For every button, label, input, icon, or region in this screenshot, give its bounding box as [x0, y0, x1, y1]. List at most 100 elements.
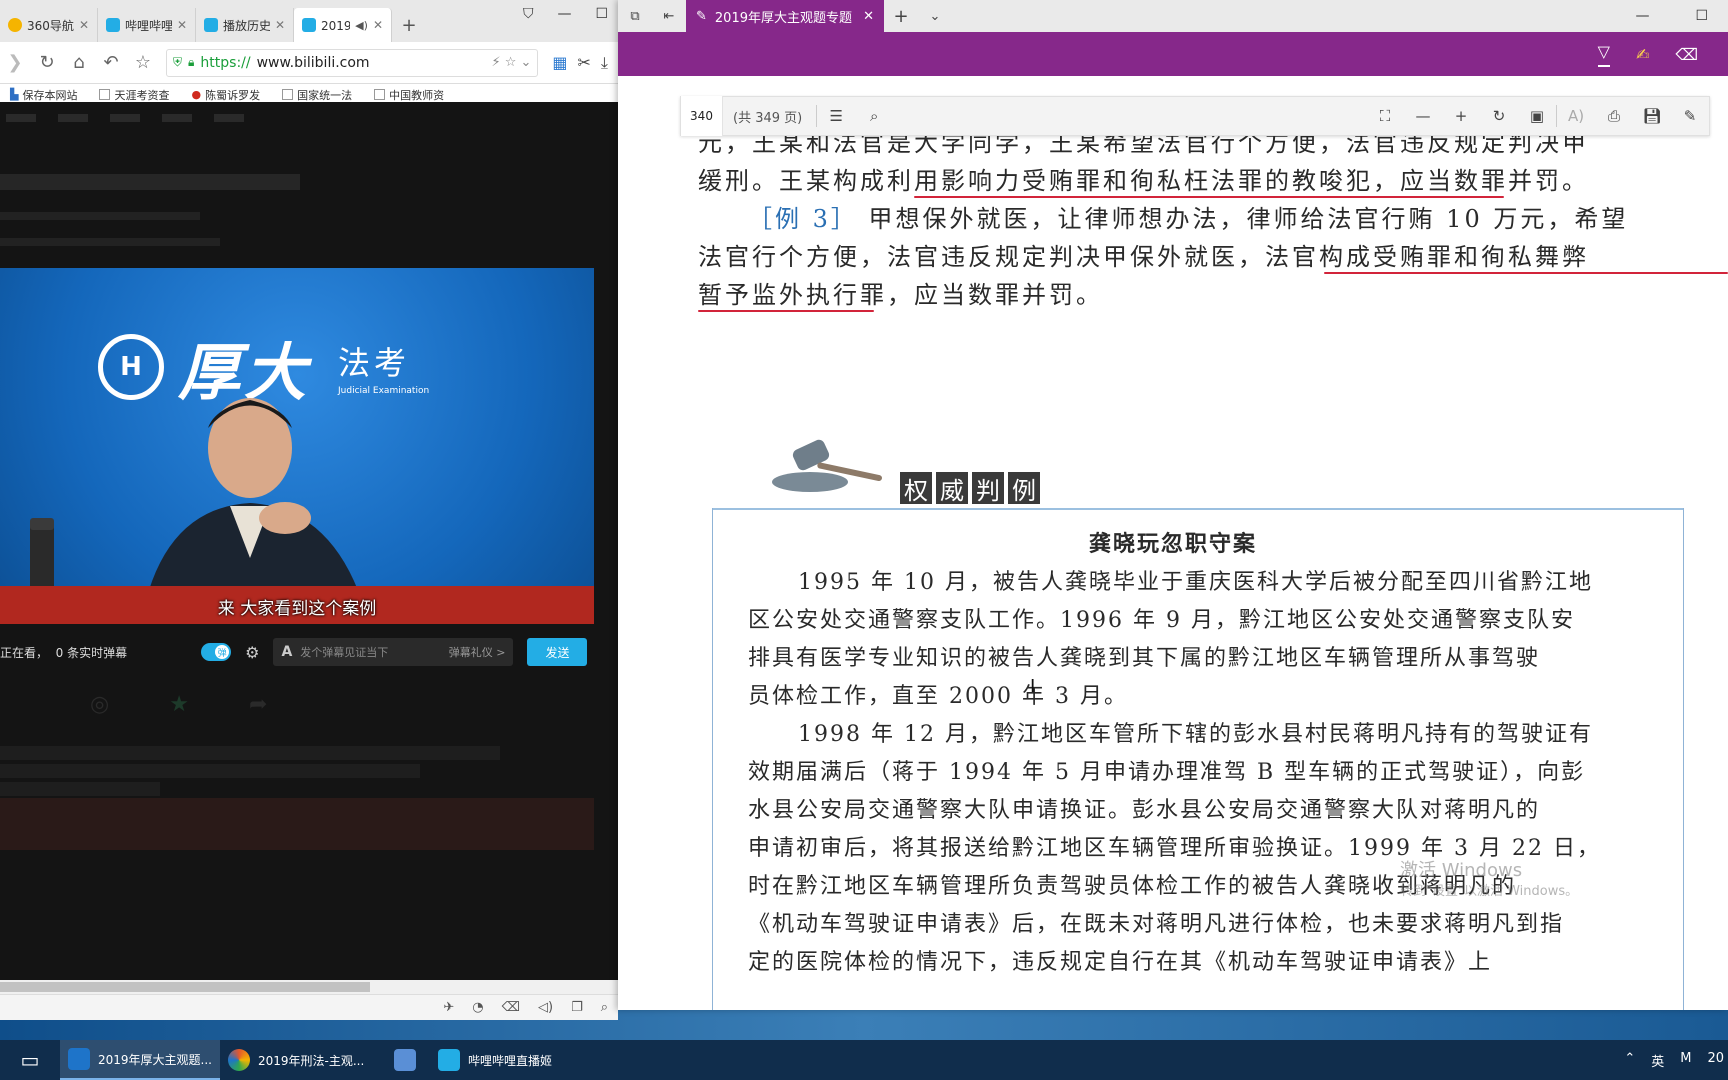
contents-icon[interactable]: ☰: [817, 107, 855, 125]
save-icon[interactable]: 💾︎: [1633, 107, 1671, 125]
close-icon[interactable]: ✕: [79, 18, 89, 32]
maximize-button[interactable]: ☐: [595, 6, 608, 22]
taskbar-item-label: 2019年刑法-主观...: [258, 1053, 365, 1068]
tab-bilibili[interactable]: 哔哩哔哩 ✕: [98, 8, 196, 42]
ime-indicator[interactable]: M: [1680, 1051, 1691, 1070]
danmaku-etiquette-link[interactable]: 弹幕礼仪 >: [449, 644, 506, 660]
bookmark-item[interactable]: 国家统一法: [282, 87, 352, 103]
toolbar-icons: ▦ ✂ ⤓: [552, 53, 608, 73]
refresh-icon[interactable]: ↻: [38, 52, 56, 73]
pdf-toolbar-right: ⛶ — + ↻ ▣ A) ⎙ 💾︎ ✎: [1366, 105, 1709, 127]
close-icon[interactable]: ✕: [177, 18, 187, 32]
audio-playing-icon[interactable]: ◀): [355, 19, 368, 32]
page-icon: [282, 89, 294, 100]
read-aloud-icon[interactable]: A): [1557, 107, 1595, 125]
danmaku-send-button[interactable]: 发送: [527, 638, 588, 666]
new-tab-button[interactable]: +: [884, 6, 918, 27]
danmaku-toggle[interactable]: 弹: [201, 643, 232, 661]
danmaku-input[interactable]: A 发个弹幕见证当下 弹幕礼仪 >: [273, 638, 514, 666]
volume-icon[interactable]: ◁): [538, 1000, 553, 1015]
bookmark-item[interactable]: 天涯考资查: [99, 87, 169, 103]
minimize-button[interactable]: —: [557, 6, 571, 22]
zoom-out-icon[interactable]: —: [1404, 107, 1442, 125]
home-icon[interactable]: ⌂: [70, 52, 88, 73]
eraser-icon[interactable]: ⌫: [1675, 45, 1698, 64]
search-icon[interactable]: ⌕: [855, 107, 893, 125]
chevron-down-icon[interactable]: ⌄: [918, 9, 952, 24]
edge-tab-label: 2019年厚大主观题专题: [714, 10, 852, 26]
edge-pdf-window: ⧉ ⇤ ✎ 2019年厚大主观题专题 ✕ + ⌄ — ☐ ▽ ✍ ⌫ 340 (…: [618, 0, 1728, 1010]
page-view-icon[interactable]: ▣: [1518, 107, 1556, 125]
forward-icon[interactable]: ❯: [6, 52, 24, 73]
window-icon[interactable]: ❐: [571, 1000, 583, 1015]
print-icon[interactable]: ⎙: [1595, 107, 1633, 125]
favorite-star-icon[interactable]: ★: [169, 692, 189, 717]
ink-toolbar: ▽ ✍ ⌫: [618, 32, 1728, 76]
bookmark-item[interactable]: 中国教师资: [374, 87, 444, 103]
star-icon[interactable]: ☆: [134, 52, 152, 73]
taskbar-item-edge[interactable]: 2019年厚大主观题...: [60, 1040, 220, 1080]
windows-activation-hint: 转到"设置"以激活 Windows。: [1400, 884, 1579, 899]
pdf-toolbar: 340 (共 349 页) ☰ ⌕ ⛶ — + ↻ ▣ A) ⎙ 💾︎ ✎: [680, 96, 1710, 136]
download-icon[interactable]: ⤓: [601, 53, 608, 73]
tab-history[interactable]: 播放历史 ✕: [196, 8, 294, 42]
lock-icon: 🔒︎: [188, 55, 195, 69]
windows-taskbar: ▭ 2019年厚大主观题... 2019年刑法-主观... 哔哩哔哩直播姬 ⌃ …: [0, 1040, 1728, 1080]
case-text-line: 《机动车驾驶证申请表》后，在既未对蒋明凡进行体检，也未要求蒋明凡到指: [748, 912, 1565, 937]
lightning-icon[interactable]: ⚡ ☆ ⌄: [491, 55, 531, 70]
page-number-input[interactable]: 340: [681, 96, 723, 136]
edge-active-tab[interactable]: ✎ 2019年厚大主观题专题 ✕: [686, 0, 884, 32]
input-language[interactable]: 英: [1651, 1051, 1664, 1070]
page-total: (共 349 页): [733, 110, 803, 126]
edge-tab-bar: ⧉ ⇤ ✎ 2019年厚大主观题专题 ✕ + ⌄ — ☐: [618, 0, 1728, 32]
font-style-icon[interactable]: A: [281, 644, 292, 660]
bookmark-item[interactable]: ▙ 保存本网站: [10, 87, 77, 103]
ballpoint-pen-icon[interactable]: ▽: [1597, 42, 1610, 67]
share-icon[interactable]: ➦: [249, 692, 267, 717]
coin-icon[interactable]: ◎: [90, 692, 109, 717]
scrollbar-thumb[interactable]: [0, 982, 370, 992]
taskbar-item-pinned[interactable]: [380, 1040, 430, 1080]
trash-icon[interactable]: ⌫: [502, 1000, 520, 1015]
highlighter-icon[interactable]: ✍: [1636, 45, 1649, 64]
danmaku-settings-icon[interactable]: ⚙: [245, 643, 259, 662]
fit-page-icon[interactable]: ⛶: [1366, 107, 1404, 125]
realtime-danmaku-count: 0 条实时弹幕: [55, 645, 128, 660]
tab-preview-icon[interactable]: ⧉: [618, 9, 652, 24]
new-tab-button[interactable]: +: [392, 8, 426, 42]
taskbar-item-browser[interactable]: 2019年刑法-主观...: [220, 1040, 380, 1080]
save-as-icon[interactable]: ✎: [1671, 107, 1709, 125]
video-player[interactable]: H 厚大 法考 Judicial Examination 来 大家看到这个案例: [0, 268, 594, 624]
rotate-icon[interactable]: ↻: [1480, 107, 1518, 125]
window-controls: ⛉ — ☐: [523, 6, 618, 22]
tab-360-nav[interactable]: 360导航 ✕: [0, 8, 98, 42]
undo-icon[interactable]: ↶: [102, 52, 120, 73]
taskbar-item-live[interactable]: 哔哩哔哩直播姬: [430, 1040, 590, 1080]
zoom-in-icon[interactable]: +: [1442, 107, 1480, 125]
apps-icon[interactable]: ▦: [552, 53, 567, 73]
chevron-up-icon[interactable]: ⌃: [1624, 1051, 1635, 1070]
minimize-button[interactable]: —: [1635, 8, 1649, 24]
example-label: ［例 3］: [748, 205, 858, 233]
browser-status-bar: ✈ ◔ ⌫ ◁) ❐ ⌕: [0, 994, 618, 1020]
dimmed-site-nav: [0, 114, 618, 122]
speed-icon[interactable]: ◔: [472, 1000, 483, 1015]
maximize-button[interactable]: ☐: [1695, 8, 1708, 24]
close-icon[interactable]: ✕: [275, 18, 285, 32]
close-icon[interactable]: ✕: [373, 18, 383, 32]
url-input[interactable]: ⛨ 🔒︎ https:// www.bilibili.com ⚡ ☆ ⌄: [166, 48, 539, 77]
clock[interactable]: 20: [1707, 1051, 1724, 1070]
close-icon[interactable]: ✕: [863, 9, 874, 24]
scissors-icon[interactable]: ✂: [578, 53, 591, 73]
set-aside-tabs-icon[interactable]: ⇤: [652, 9, 686, 24]
search-icon[interactable]: ⌕: [601, 1000, 608, 1015]
tab-video-active[interactable]: 2019年 ◀) ✕: [294, 8, 392, 42]
text-line: ［例 3］ 甲想保外就医，让律师想办法，律师给法官行贿 10 万元，希望: [748, 205, 1629, 233]
rocket-icon[interactable]: ✈: [443, 1000, 454, 1015]
horizontal-scrollbar[interactable]: [0, 980, 618, 994]
bilibili-icon: [302, 18, 316, 32]
shirt-icon[interactable]: ⛉: [523, 6, 534, 22]
bookmark-item[interactable]: ● 陈蜀诉罗发: [191, 87, 260, 103]
dimmed-video-meta: [0, 238, 220, 246]
start-button[interactable]: ▭: [0, 1040, 60, 1080]
